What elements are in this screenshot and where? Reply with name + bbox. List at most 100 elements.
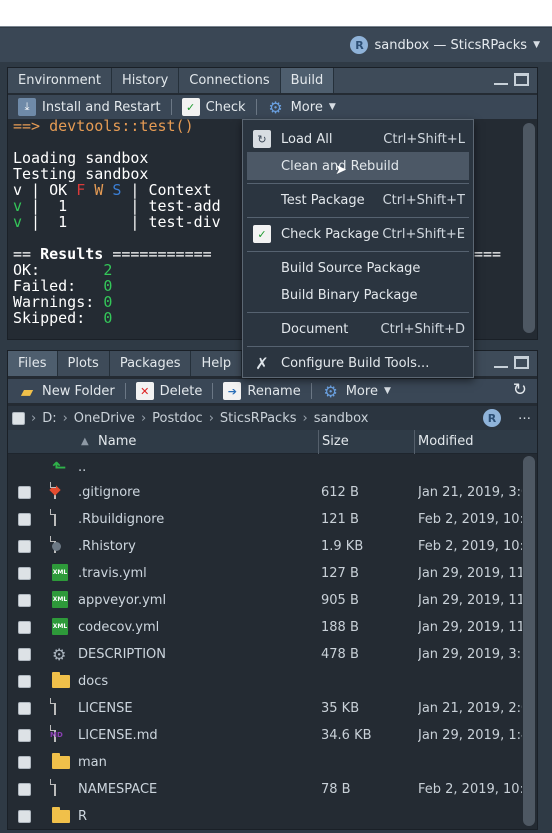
list-item[interactable]: R [8, 803, 523, 830]
maximize-icon[interactable] [514, 356, 529, 369]
tab-help[interactable]: Help [191, 351, 243, 376]
file-name[interactable]: DESCRIPTION [78, 647, 166, 662]
breadcrumb: › D: › OneDrive › Postdoc › SticsRPacks … [8, 406, 537, 430]
list-item[interactable]: ⚙ DESCRIPTION 478 B Jan 29, 2019, 3:32 [8, 641, 523, 668]
breadcrumb-item[interactable]: D: [42, 411, 56, 426]
file-name[interactable]: NAMESPACE [78, 782, 157, 797]
menu-item-build-binary[interactable]: Build Binary Package [247, 281, 469, 309]
maximize-icon[interactable] [514, 73, 529, 86]
row-checkbox[interactable] [18, 729, 31, 742]
install-restart-button[interactable]: ⤓ Install and Restart [14, 96, 165, 118]
chevron-down-icon: ▼ [328, 102, 336, 112]
menu-item-clean-rebuild[interactable]: Clean and Rebuild ➤ [247, 152, 469, 180]
top-tabbar: Environment History Connections Build [8, 68, 537, 93]
tab-plots[interactable]: Plots [57, 351, 110, 376]
menu-item-test-package[interactable]: Test Package Ctrl+Shift+T [247, 186, 469, 214]
file-name[interactable]: appveyor.yml [78, 593, 166, 608]
breadcrumb-item[interactable]: SticsRPacks [220, 411, 297, 426]
files-scrollbar[interactable] [523, 456, 535, 826]
minimize-icon[interactable] [494, 73, 508, 85]
file-modified: Feb 2, 2019, 10:43 [418, 512, 522, 527]
list-item[interactable]: .Rbuildignore 121 B Feb 2, 2019, 10:43 [8, 506, 523, 533]
select-all-checkbox[interactable] [12, 411, 25, 425]
tab-files[interactable]: Files [8, 351, 58, 376]
more-path-icon[interactable]: … [518, 408, 531, 423]
list-item[interactable]: .Rhistory 1.9 KB Feb 2, 2019, 10:03 [8, 533, 523, 560]
column-modified[interactable]: Modified [418, 434, 473, 449]
menu-item-configure-build-tools[interactable]: ✗ Configure Build Tools... [247, 349, 469, 377]
file-name[interactable]: .Rhistory [78, 539, 136, 554]
menu-separator [247, 217, 469, 218]
minimize-icon[interactable] [494, 356, 508, 368]
list-item[interactable]: NAMESPACE 78 B Feb 2, 2019, 10:43 [8, 776, 523, 803]
tab-build[interactable]: Build [280, 68, 335, 93]
file-name[interactable]: .travis.yml [78, 566, 147, 581]
files-more-button[interactable]: ⚙ More ▼ [318, 380, 395, 402]
menu-item-build-source[interactable]: Build Source Package [247, 254, 469, 282]
file-size: 478 B [321, 647, 359, 662]
breadcrumb-chevron-icon: › [208, 410, 214, 426]
build-more-menu: ↻ Load All Ctrl+Shift+L Clean and Rebuil… [242, 119, 474, 378]
console-scrollbar[interactable] [523, 123, 535, 333]
mouse-cursor-icon: ➤ [335, 162, 347, 178]
list-item[interactable]: XML appveyor.yml 905 B Jan 29, 2019, 11:… [8, 587, 523, 614]
row-checkbox[interactable] [18, 810, 31, 823]
row-checkbox[interactable] [18, 756, 31, 769]
list-item[interactable]: MD LICENSE.md 34.6 KB Jan 29, 2019, 1:40 [8, 722, 523, 749]
file-name[interactable]: codecov.yml [78, 620, 159, 635]
tab-connections[interactable]: Connections [179, 68, 281, 93]
file-name[interactable]: LICENSE [78, 701, 133, 716]
breadcrumb-item[interactable]: sandbox [314, 411, 369, 426]
breadcrumb-item[interactable]: Postdoc [152, 411, 203, 426]
r-project-icon[interactable]: R [483, 409, 501, 427]
file-modified: Jan 29, 2019, 1:40 [418, 728, 522, 743]
new-folder-button[interactable]: ▰ New Folder [14, 380, 119, 402]
chevron-down-icon[interactable]: ▼ [533, 40, 540, 50]
up-arrow-icon: ⬑ [52, 458, 67, 478]
list-item[interactable]: man [8, 749, 523, 776]
menu-item-load-all[interactable]: ↻ Load All Ctrl+Shift+L [247, 125, 469, 153]
rename-button[interactable]: ➔ Rename [219, 380, 304, 402]
list-item[interactable]: docs [8, 668, 523, 695]
row-checkbox[interactable] [18, 567, 31, 580]
r-project-icon: R [350, 36, 369, 54]
toolbar-separator [124, 383, 126, 399]
row-checkbox[interactable] [18, 783, 31, 796]
menu-item-check-package[interactable]: ✓ Check Package Ctrl+Shift+E [247, 220, 469, 248]
row-checkbox[interactable] [18, 675, 31, 688]
column-size[interactable]: Size [322, 434, 349, 449]
row-checkbox[interactable] [18, 594, 31, 607]
column-name[interactable]: Name [98, 434, 136, 449]
list-item[interactable]: XML .travis.yml 127 B Jan 29, 2019, 11:1… [8, 560, 523, 587]
list-item-parent[interactable]: ⬑ .. [8, 454, 523, 481]
refresh-icon[interactable]: ↻ [513, 380, 527, 400]
file-name[interactable]: .Rbuildignore [78, 512, 164, 527]
project-name[interactable]: sandbox — SticsRPacks [374, 38, 527, 53]
list-item[interactable]: LICENSE 35 KB Jan 21, 2019, 2:02 [8, 695, 523, 722]
list-item[interactable]: .gitignore 612 B Jan 21, 2019, 3:08 [8, 479, 523, 506]
file-name[interactable]: LICENSE.md [78, 728, 158, 743]
file-name[interactable]: man [78, 755, 107, 770]
breadcrumb-item[interactable]: OneDrive [74, 411, 135, 426]
tab-packages[interactable]: Packages [109, 351, 192, 376]
gear-icon: ⚙ [52, 645, 67, 664]
row-checkbox[interactable] [18, 486, 31, 499]
check-button[interactable]: ✓ Check [178, 96, 250, 118]
row-checkbox[interactable] [18, 513, 31, 526]
tab-history[interactable]: History [112, 68, 180, 93]
tab-environment[interactable]: Environment [8, 68, 113, 93]
yml-icon: XML [52, 591, 70, 609]
more-button[interactable]: ⚙ More ▼ [263, 96, 340, 118]
menu-item-document[interactable]: Document Ctrl+Shift+D [247, 315, 469, 343]
file-modified: Jan 29, 2019, 3:32 [418, 647, 522, 662]
delete-button[interactable]: ✕ Delete [132, 380, 207, 402]
row-checkbox[interactable] [18, 621, 31, 634]
row-checkbox[interactable] [18, 648, 31, 661]
list-item[interactable]: XML codecov.yml 188 B Jan 29, 2019, 11:4… [8, 614, 523, 641]
row-checkbox[interactable] [18, 540, 31, 553]
row-checkbox[interactable] [18, 702, 31, 715]
file-name[interactable]: docs [78, 674, 108, 689]
check-icon: ✓ [253, 225, 271, 243]
file-name[interactable]: R [78, 809, 87, 824]
file-name[interactable]: .gitignore [78, 485, 140, 500]
